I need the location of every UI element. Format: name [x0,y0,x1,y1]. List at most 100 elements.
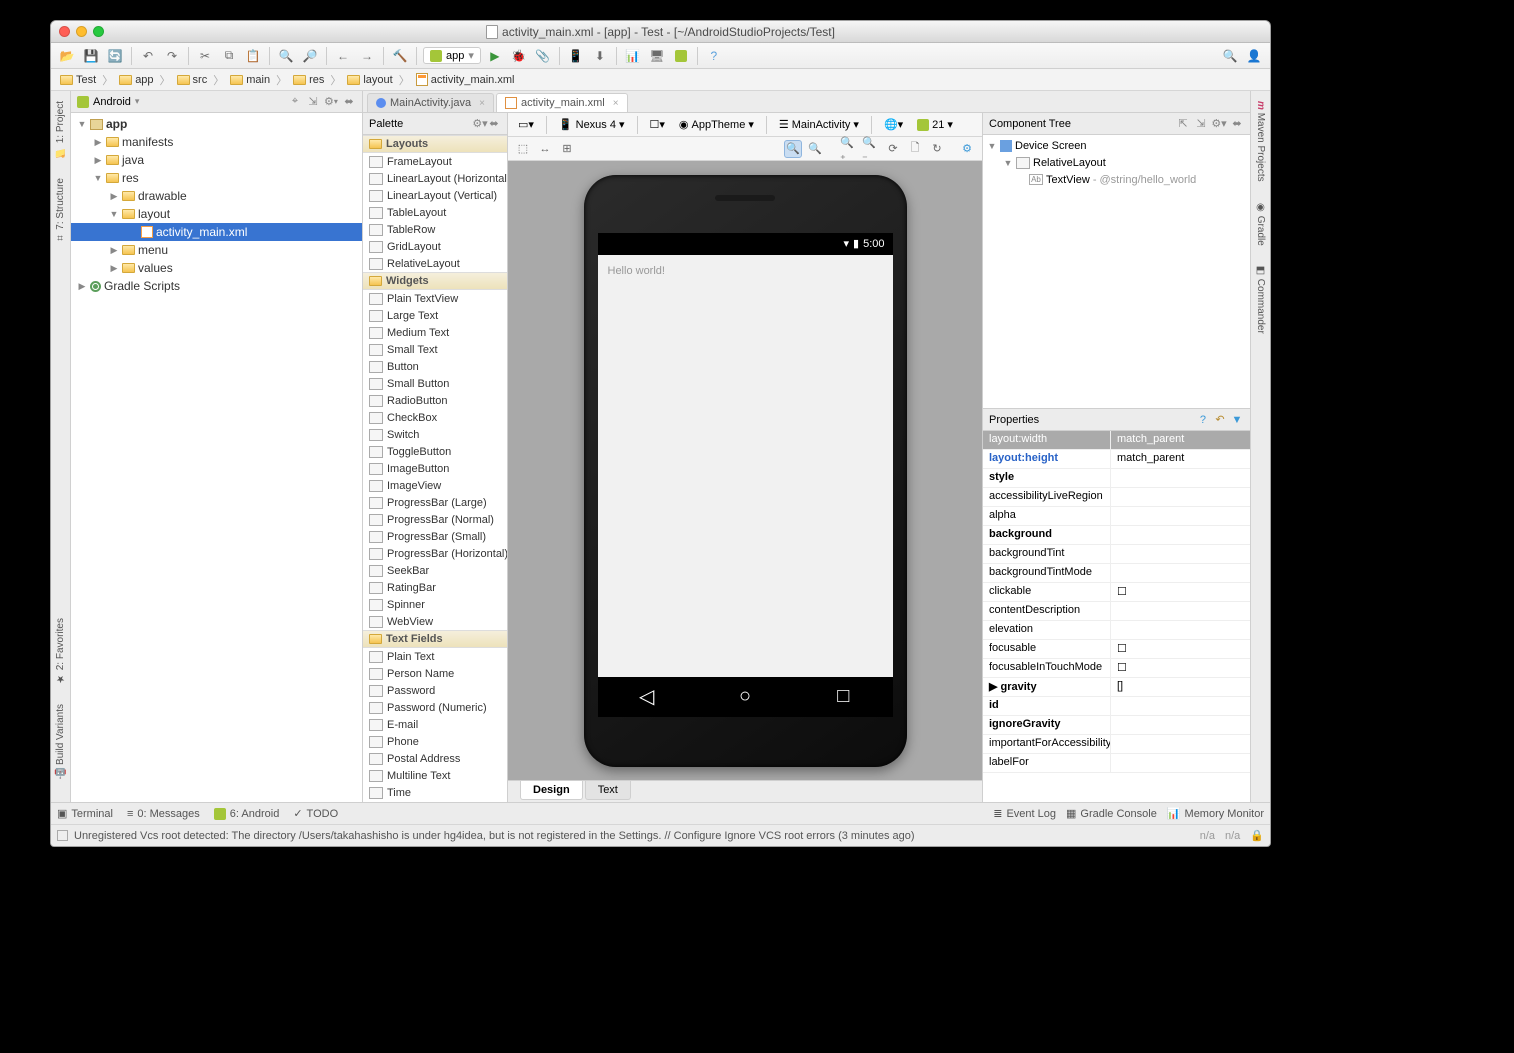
palette-item[interactable]: RelativeLayout [363,255,507,272]
tab-project[interactable]: 📁 1: Project [54,97,67,162]
run-config-combo[interactable]: app▾ [423,47,481,64]
palette-item[interactable]: WebView [363,613,507,630]
tree-manifests[interactable]: ▶manifests [71,133,362,151]
forward-icon[interactable]: → [357,46,377,66]
tree-drawable[interactable]: ▶drawable [71,187,362,205]
palette-item[interactable]: ProgressBar (Normal) [363,511,507,528]
property-row[interactable]: ▶ gravity[] [983,678,1250,697]
select-mode-icon[interactable]: ⬚ [514,140,532,158]
collapse-icon[interactable]: ⇲ [1194,117,1208,131]
pan-mode-icon[interactable]: ↔ [536,140,554,158]
zoom-actual-icon[interactable]: 🔍 [806,140,824,158]
cut-icon[interactable]: ✂ [195,46,215,66]
palette-item[interactable]: LinearLayout (Vertical) [363,187,507,204]
tab-activity-main[interactable]: activity_main.xml× [496,93,628,112]
palette-item[interactable]: Small Button [363,375,507,392]
tab-todo[interactable]: ✓ TODO [293,807,338,820]
tab-messages[interactable]: ≡ 0: Messages [127,808,200,820]
palette-item[interactable]: RadioButton [363,392,507,409]
gear-icon[interactable]: ⚙▾ [473,117,487,131]
palette-item[interactable]: Plain Text [363,648,507,665]
zoom-in-icon[interactable]: 🔍₊ [840,140,858,158]
bc-app[interactable]: app [114,71,158,89]
tree-menu[interactable]: ▶menu [71,241,362,259]
property-row[interactable]: clickable☐ [983,583,1250,602]
screenshot-icon[interactable]: 🗋 [906,140,924,158]
help-icon[interactable]: ? [704,46,724,66]
properties-table[interactable]: layout:widthmatch_parentlayout:heightmat… [983,431,1250,802]
palette-item[interactable]: SeekBar [363,562,507,579]
home-icon[interactable]: ○ [735,687,755,707]
activity-combo[interactable]: ☰ MainActivity▾ [775,117,863,132]
run-icon[interactable]: ▶ [485,46,505,66]
zoom-window-button[interactable] [93,26,104,37]
bc-res[interactable]: res [288,71,329,89]
orientation-combo[interactable]: ▭▾ [514,117,538,132]
zoom-fit-icon[interactable]: 🔍 [784,140,802,158]
palette-list[interactable]: Layouts FrameLayoutLinearLayout (Horizon… [363,135,507,802]
palette-item[interactable]: Time [363,784,507,801]
tab-memory-monitor[interactable]: 📊 Memory Monitor [1167,807,1264,820]
palette-item[interactable]: LinearLayout (Horizontal) [363,170,507,187]
project-tree[interactable]: ▼app ▶manifests ▶java ▼res ▶drawable ▼la… [71,113,362,802]
palette-group-widgets[interactable]: Widgets [363,272,507,290]
palette-item[interactable]: GridLayout [363,238,507,255]
ddm-icon[interactable]: 📊 [623,46,643,66]
tab-android[interactable]: 6: Android [214,808,280,820]
palette-item[interactable]: ProgressBar (Horizontal) [363,545,507,562]
redo-icon[interactable]: ↷ [162,46,182,66]
property-row[interactable]: backgroundTintMode [983,564,1250,583]
sync-icon[interactable]: 🔄 [105,46,125,66]
tab-terminal[interactable]: ▣ Terminal [57,807,113,820]
tree-gradle[interactable]: ▶Gradle Scripts [71,277,362,295]
android-tool-icon[interactable] [671,46,691,66]
tab-event-log[interactable]: ≣ Event Log [993,807,1056,820]
close-window-button[interactable] [59,26,70,37]
property-row[interactable]: style [983,469,1250,488]
palette-item[interactable]: RatingBar [363,579,507,596]
help-icon[interactable]: ? [1196,413,1210,427]
tab-build-variants[interactable]: 🤖 Build Variants [54,700,67,784]
tab-favorites[interactable]: ★ 2: Favorites [54,614,67,688]
palette-item[interactable]: Multiline Text [363,767,507,784]
minimize-window-button[interactable] [76,26,87,37]
palette-item[interactable]: Person Name [363,665,507,682]
app-surface[interactable]: Hello world! [598,255,893,677]
reset-icon[interactable]: ↻ [928,140,946,158]
palette-item[interactable]: Medium Text [363,324,507,341]
config-combo[interactable]: ☐▾ [646,117,669,132]
tab-maven[interactable]: m Maven Projects [1254,97,1267,186]
property-row[interactable]: labelFor [983,754,1250,773]
palette-item[interactable]: ImageView [363,477,507,494]
hide-icon[interactable]: ⬌ [342,95,356,109]
tab-mainactivity[interactable]: MainActivity.java× [367,93,494,112]
design-tab[interactable]: Design [520,781,583,800]
palette-item[interactable]: TableRow [363,221,507,238]
tab-commander[interactable]: ⬒ Commander [1254,261,1267,338]
palette-item[interactable]: Button [363,358,507,375]
ct-relativelayout[interactable]: ▼RelativeLayout [983,154,1250,171]
hide-icon[interactable]: ⬌ [1230,117,1244,131]
back-icon[interactable]: ← [333,46,353,66]
property-row[interactable]: focusableInTouchMode☐ [983,659,1250,678]
back-icon[interactable]: ◁ [637,687,657,707]
bc-src[interactable]: src [172,71,213,89]
tree-java[interactable]: ▶java [71,151,362,169]
debug-icon[interactable]: 🐞 [509,46,529,66]
palette-item[interactable]: ImageButton [363,460,507,477]
expand-icon[interactable]: ⇱ [1176,117,1190,131]
bc-main[interactable]: main [225,71,275,89]
recents-icon[interactable]: □ [833,687,853,707]
tab-gradle[interactable]: ◉ Gradle [1254,198,1267,250]
make-icon[interactable]: 🔨 [390,46,410,66]
close-icon[interactable]: × [479,98,485,109]
palette-item[interactable]: FrameLayout [363,153,507,170]
property-row[interactable]: accessibilityLiveRegion [983,488,1250,507]
property-row[interactable]: importantForAccessibility [983,735,1250,754]
tab-gradle-console[interactable]: ▦ Gradle Console [1066,807,1157,820]
palette-group-textfields[interactable]: Text Fields [363,630,507,648]
palette-item[interactable]: Large Text [363,307,507,324]
palette-item[interactable]: Spinner [363,596,507,613]
theme-combo[interactable]: ◉ AppTheme▾ [675,117,758,132]
user-icon[interactable]: 👤 [1244,46,1264,66]
